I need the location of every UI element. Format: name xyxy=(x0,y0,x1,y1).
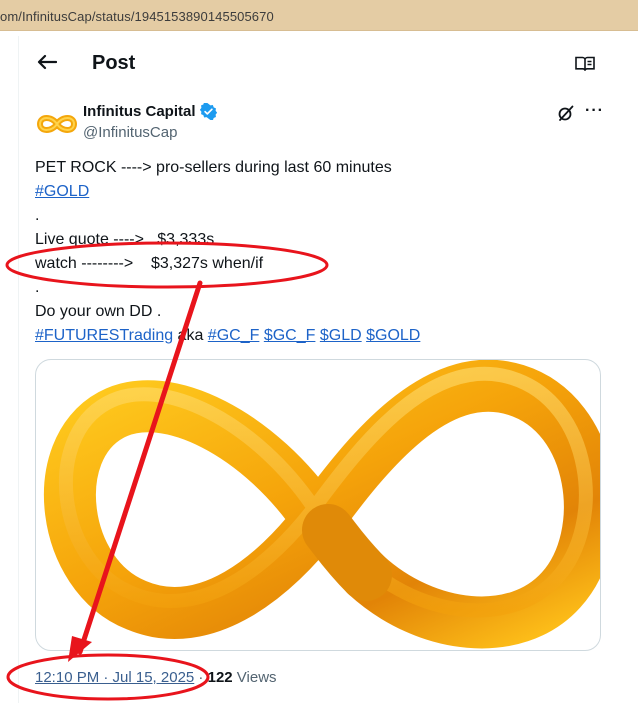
post-dot-1: . xyxy=(35,207,40,224)
avatar[interactable] xyxy=(35,102,79,146)
post-header: Post xyxy=(19,36,638,89)
post-aka: aka xyxy=(173,327,208,344)
views-label: Views xyxy=(232,669,277,686)
more-icon[interactable]: ··· xyxy=(585,102,604,120)
post-line-watch: watch --------> $3,327s when/if xyxy=(35,255,264,272)
hashtag-gold-link[interactable]: #GOLD xyxy=(35,183,89,200)
post-line-dd: Do your own DD . xyxy=(35,303,162,320)
browser-address-bar[interactable]: om/InfinitusCap/status/19451538901455056… xyxy=(0,0,638,31)
author-handle[interactable]: @InfinitusCap xyxy=(83,124,177,141)
post-text: PET ROCK ----> pro-sellers during last 6… xyxy=(35,156,420,348)
post-media[interactable] xyxy=(35,359,601,651)
views-count: 122 xyxy=(207,669,233,686)
author-name-text[interactable]: Infinitus Capital xyxy=(83,103,196,120)
post-line-live-quote: Live quote ----> $3,333s xyxy=(35,231,215,248)
post-line-1: PET ROCK ----> pro-sellers during last 6… xyxy=(35,159,392,176)
meta-separator: · xyxy=(194,669,208,686)
cashtag-gcf-link[interactable]: $GC_F xyxy=(264,327,316,344)
reader-icon[interactable] xyxy=(575,56,595,72)
post-timestamp-link[interactable]: 12:10 PM · Jul 15, 2025 xyxy=(35,669,194,686)
page-title: Post xyxy=(92,52,136,74)
post-dot-2: . xyxy=(35,279,40,296)
hashtag-futures-link[interactable]: #FUTURESTrading xyxy=(35,327,173,344)
author-name[interactable]: Infinitus Capital xyxy=(83,103,217,120)
back-arrow-icon[interactable] xyxy=(37,54,57,70)
post-column: Post Infinitus Capital @InfinitusCap ···… xyxy=(18,36,638,703)
url-text[interactable]: om/InfinitusCap/status/19451538901455056… xyxy=(0,9,274,24)
verified-badge-icon xyxy=(199,103,217,120)
post-meta: 12:10 PM · Jul 15, 2025 · 122 Views xyxy=(35,669,277,686)
cashtag-gld-link[interactable]: $GLD xyxy=(320,327,362,344)
infinity-logo-image xyxy=(44,360,600,649)
hashtag-gcf-link[interactable]: #GC_F xyxy=(208,327,260,344)
grok-icon[interactable] xyxy=(557,104,575,122)
cashtag-gold-link[interactable]: $GOLD xyxy=(366,327,420,344)
